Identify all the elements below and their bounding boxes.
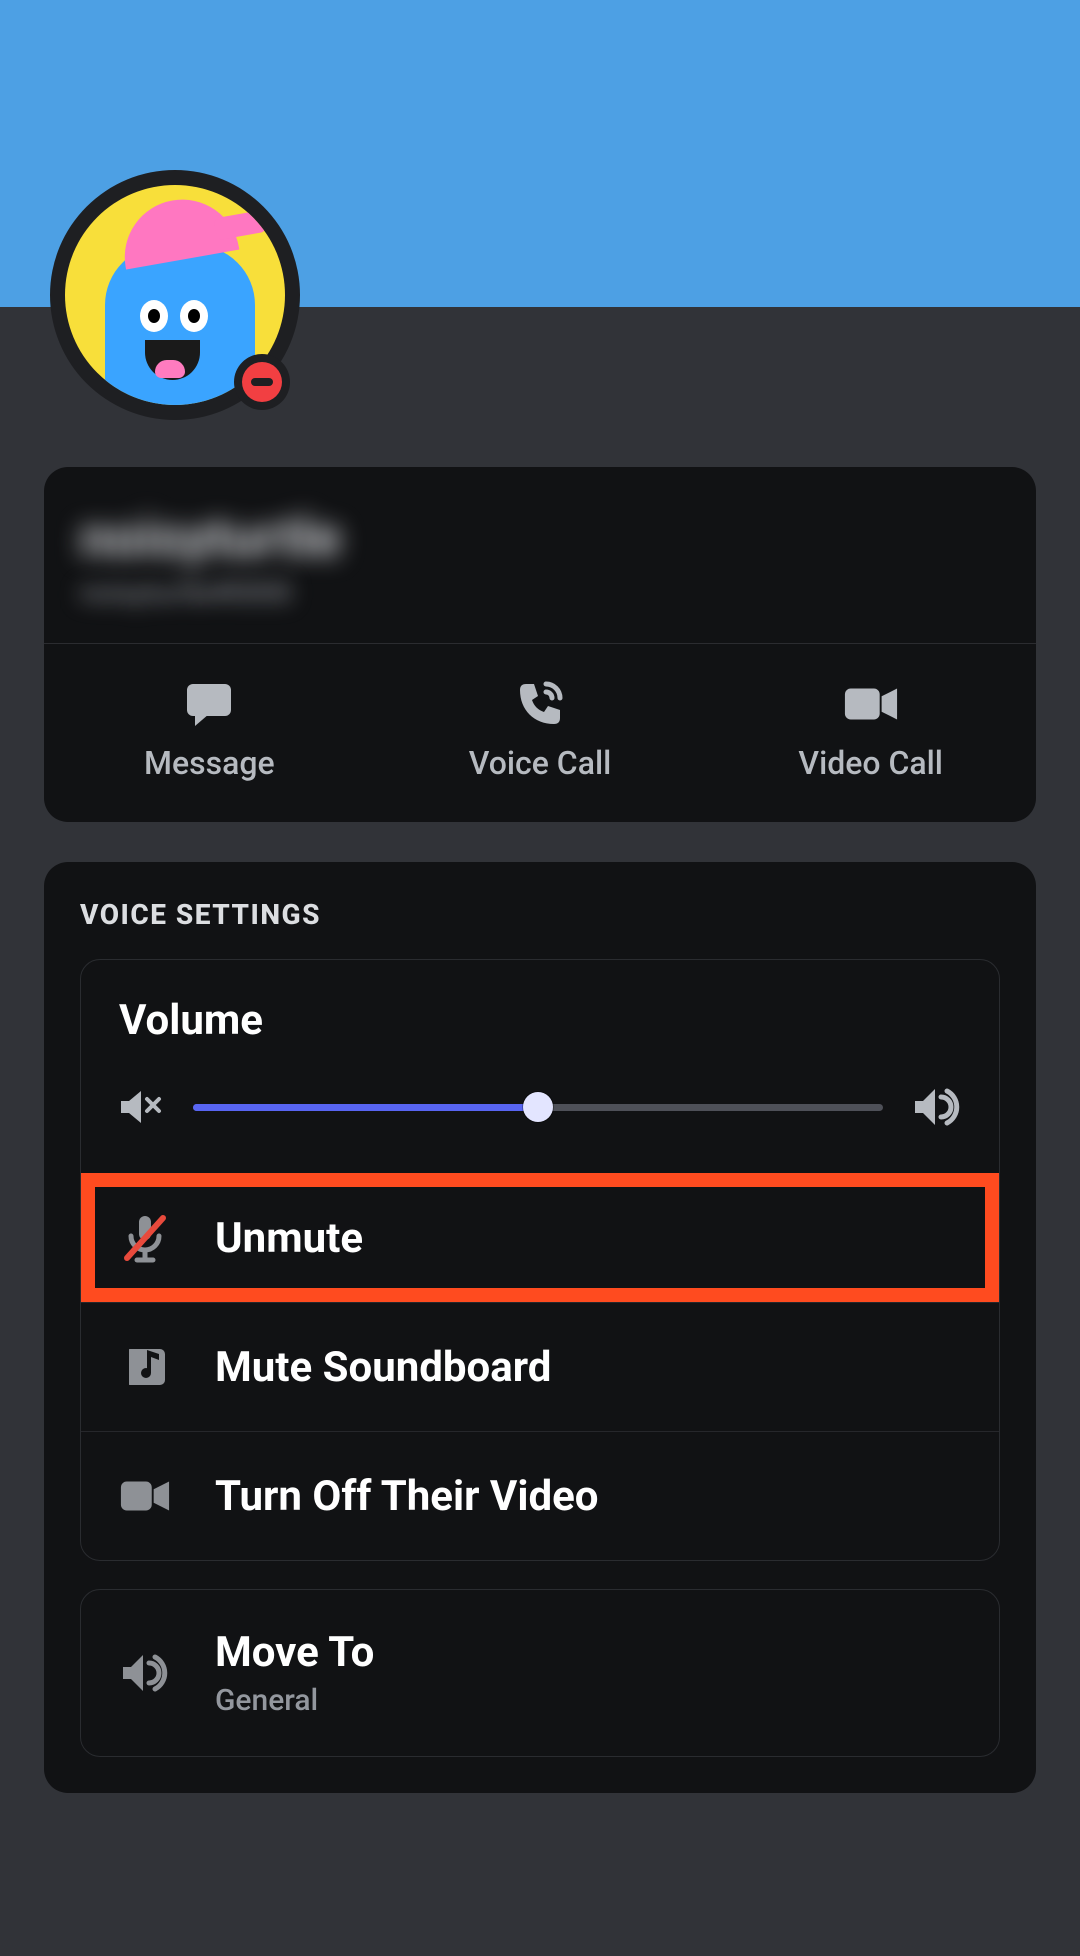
phone-icon bbox=[512, 680, 568, 728]
mic-muted-icon bbox=[119, 1212, 171, 1264]
status-badge bbox=[234, 354, 290, 410]
video-icon bbox=[843, 680, 899, 728]
voice-settings-section: VOICE SETTINGS Volume bbox=[44, 862, 1036, 1793]
turn-off-video-row[interactable]: Turn Off Their Video bbox=[81, 1431, 999, 1560]
display-name: noisyturtle bbox=[80, 509, 1000, 568]
speaker-icon bbox=[119, 1647, 171, 1699]
message-button[interactable]: Message bbox=[44, 644, 375, 822]
message-label: Message bbox=[144, 744, 275, 782]
video-call-button[interactable]: Video Call bbox=[705, 644, 1036, 822]
mute-soundboard-label: Mute Soundboard bbox=[215, 1343, 551, 1392]
turn-off-video-label: Turn Off Their Video bbox=[215, 1472, 599, 1521]
volume-slider-fill bbox=[193, 1104, 538, 1111]
voice-settings-card: Volume Unmut bbox=[80, 959, 1000, 1561]
volume-label: Volume bbox=[119, 996, 961, 1045]
voice-call-label: Voice Call bbox=[469, 744, 612, 782]
voice-call-button[interactable]: Voice Call bbox=[375, 644, 706, 822]
volume-loud-icon bbox=[913, 1085, 961, 1129]
move-to-channel: General bbox=[215, 1683, 374, 1718]
avatar[interactable] bbox=[50, 170, 300, 420]
soundboard-icon bbox=[119, 1341, 171, 1393]
profile-card: noisyturtle noisyturtle#0000 Message Voi… bbox=[44, 467, 1036, 822]
move-to-card: Move To General bbox=[80, 1589, 1000, 1757]
dnd-icon bbox=[242, 362, 282, 402]
volume-mute-icon bbox=[119, 1087, 163, 1127]
move-to-row[interactable]: Move To General bbox=[81, 1590, 999, 1756]
move-to-label: Move To bbox=[215, 1628, 374, 1677]
video-off-icon bbox=[119, 1470, 171, 1522]
username-tag: noisyturtle#0000 bbox=[80, 576, 1000, 609]
volume-slider-thumb[interactable] bbox=[523, 1092, 553, 1122]
volume-slider[interactable] bbox=[193, 1104, 883, 1111]
unmute-label: Unmute bbox=[215, 1214, 363, 1263]
voice-settings-title: VOICE SETTINGS bbox=[80, 898, 1000, 931]
video-call-label: Video Call bbox=[798, 744, 943, 782]
message-icon bbox=[181, 680, 237, 728]
volume-control: Volume bbox=[81, 960, 999, 1173]
mute-soundboard-row[interactable]: Mute Soundboard bbox=[81, 1302, 999, 1431]
unmute-row[interactable]: Unmute bbox=[81, 1173, 999, 1302]
